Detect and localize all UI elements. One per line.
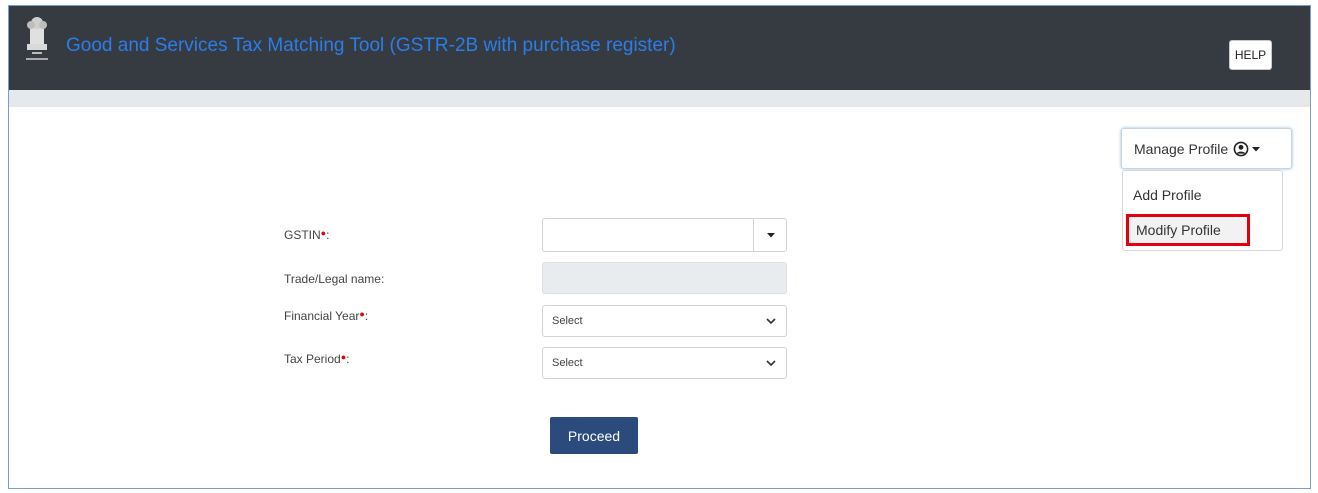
gstin-label-text: GSTIN: [284, 228, 321, 242]
help-button[interactable]: HELP: [1229, 40, 1272, 70]
manage-profile-button[interactable]: Manage Profile: [1121, 128, 1292, 169]
gstin-label: GSTIN●:: [284, 228, 329, 242]
tax-period-label: Tax Period●:: [284, 352, 349, 366]
proceed-button[interactable]: Proceed: [550, 417, 638, 454]
tax-period-label-text: Tax Period: [284, 352, 341, 366]
caret-down-icon: [1252, 146, 1261, 151]
financial-year-select[interactable]: Select: [542, 305, 787, 337]
chevron-down-icon: [766, 360, 776, 367]
app-frame: Good and Services Tax Matching Tool (GST…: [8, 5, 1311, 489]
financial-year-label-colon: :: [364, 309, 369, 323]
financial-year-selected-value: Select: [552, 315, 583, 327]
gstin-label-colon: :: [326, 228, 330, 242]
trade-legal-name-field: [542, 262, 787, 294]
chevron-down-icon: [766, 318, 776, 325]
national-emblem-icon: [26, 17, 48, 60]
app-header: Good and Services Tax Matching Tool (GST…: [9, 6, 1310, 90]
gstin-input[interactable]: [543, 219, 753, 251]
trade-legal-name-label: Trade/Legal name:: [284, 272, 385, 286]
gstin-dropdown-toggle[interactable]: [754, 219, 787, 251]
tax-period-label-colon: :: [346, 352, 350, 366]
profile-dropdown-menu: Add Profile Modify Profile: [1122, 170, 1283, 251]
add-profile-menu-item[interactable]: Add Profile: [1133, 187, 1201, 203]
tax-period-select[interactable]: Select: [542, 347, 787, 379]
manage-profile-label: Manage Profile: [1134, 140, 1229, 157]
header-divider-band: [9, 90, 1310, 107]
caret-down-icon: [766, 233, 775, 238]
gstin-combobox[interactable]: [542, 218, 787, 252]
financial-year-label: Financial Year●:: [284, 309, 368, 323]
tax-period-selected-value: Select: [552, 357, 583, 369]
app-title: Good and Services Tax Matching Tool (GST…: [66, 35, 676, 56]
modify-profile-menu-item[interactable]: Modify Profile: [1126, 214, 1250, 246]
financial-year-label-text: Financial Year: [284, 309, 360, 323]
user-circle-icon: [1233, 141, 1249, 156]
